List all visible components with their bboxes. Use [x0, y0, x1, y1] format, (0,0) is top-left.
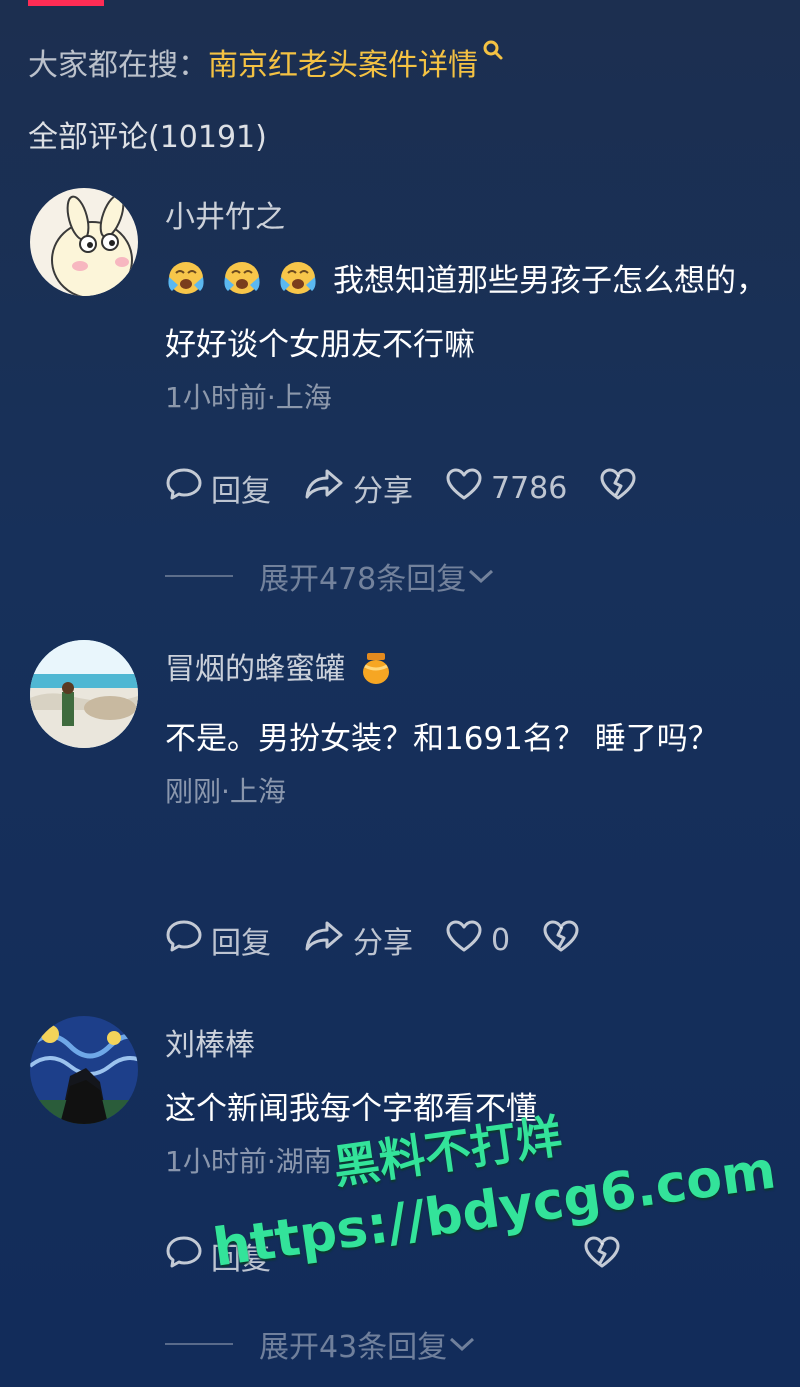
search-suggestion-keyword[interactable]: 南京红老头案件详情 — [208, 48, 478, 83]
comment-username[interactable]: 刘棒棒 — [165, 1026, 770, 1066]
comment-actions: 回复 分享 7786 — [165, 466, 677, 510]
comment-meta: 1小时前·上海 — [165, 381, 332, 414]
search-suggestion-prefix: 大家都在搜： — [28, 48, 208, 83]
comment-meta: 刚刚·上海 — [165, 775, 286, 808]
reply-button[interactable]: 回复 — [165, 918, 271, 962]
broken-heart-icon — [542, 919, 588, 961]
chevron-down-icon — [447, 1327, 477, 1362]
broken-heart-icon — [599, 467, 645, 509]
share-button[interactable]: 分享 — [303, 466, 413, 510]
like-button[interactable]: 7786 — [445, 467, 567, 509]
dislike-button[interactable] — [542, 919, 588, 961]
comment-text: 不是。男扮女装？和1691名？ 睡了吗？ — [165, 721, 719, 757]
reply-button[interactable]: 回复 — [165, 466, 271, 510]
search-suggestion[interactable]: 大家都在搜：南京红老头案件详情 — [28, 40, 504, 84]
expand-replies-button[interactable]: 展开478条回复 — [165, 554, 496, 598]
avatar[interactable] — [30, 640, 138, 748]
search-icon — [482, 34, 504, 69]
speech-bubble-icon — [165, 918, 211, 962]
loudly-crying-face-icon — [221, 258, 263, 316]
speech-bubble-icon — [165, 466, 211, 510]
share-arrow-icon — [303, 467, 353, 509]
like-count: 7786 — [491, 470, 568, 506]
active-tab-indicator — [28, 0, 104, 6]
loudly-crying-face-icon — [165, 258, 207, 316]
share-button[interactable] — [583, 1235, 629, 1277]
comments-count-header: 全部评论(10191) — [28, 120, 267, 155]
comment-username[interactable]: 冒烟的蜂蜜罐 — [165, 650, 770, 696]
comment-actions: 回复 分享 0 — [165, 918, 620, 962]
like-count: 0 — [491, 922, 511, 958]
expand-replies-button[interactable]: 展开43条回复 — [165, 1322, 477, 1366]
dislike-button[interactable] — [599, 467, 645, 509]
share-arrow-icon — [303, 919, 353, 961]
speech-bubble-icon — [165, 1234, 211, 1278]
divider — [165, 1343, 233, 1345]
heart-icon — [445, 467, 491, 509]
loudly-crying-face-icon — [277, 258, 319, 316]
like-button[interactable]: 0 — [445, 919, 510, 961]
comment-username[interactable]: 小井竹之 — [165, 198, 770, 238]
share-button[interactable]: 分享 — [303, 918, 413, 962]
honey-pot-icon — [361, 651, 391, 696]
heart-icon — [445, 919, 491, 961]
broken-heart-icon — [583, 1235, 629, 1277]
avatar[interactable] — [30, 188, 138, 296]
avatar[interactable] — [30, 1016, 138, 1124]
comment-text: 我想知道那些男孩子怎么想的，好好谈个女朋友不行嘛 — [165, 252, 770, 374]
chevron-down-icon — [466, 559, 496, 594]
divider — [165, 575, 233, 577]
